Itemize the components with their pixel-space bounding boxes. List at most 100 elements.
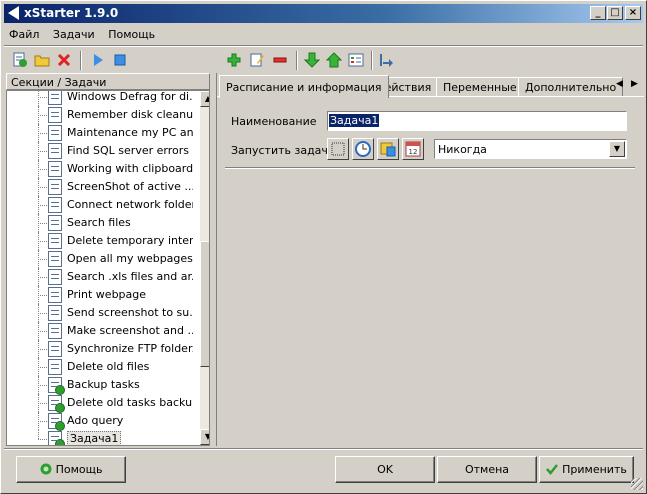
bottom-divider [4,448,643,450]
resize-grip-icon[interactable] [631,478,643,490]
window-title: xStarter 1.9.0 [24,6,119,20]
tree-line [38,91,39,106]
svg-text:12: 12 [409,148,418,156]
help-button-label: Помощь [55,463,103,476]
tree-item-label: Задача1 [67,431,122,445]
cancel-button[interactable]: Отмена [437,456,537,483]
remove-icon[interactable] [272,52,288,68]
toolbar-separator [296,51,298,70]
tree-item-label: Working with clipboard... [67,162,193,175]
move-down-icon[interactable] [304,52,320,68]
tree-item-label: Send screenshot to su... [67,306,193,319]
tree-item[interactable]: Connect network folders [7,196,195,214]
dotted-square-icon [331,142,345,156]
task-done-icon [48,377,65,395]
tree-item-label: Search files [67,216,131,229]
edit-icon[interactable] [249,52,265,68]
right-toolbar [218,48,418,72]
properties-icon[interactable] [348,52,364,68]
maximize-button[interactable]: □ [607,6,623,20]
task-icon [48,161,62,177]
task-icon [48,269,62,285]
tab-schedule-info[interactable]: Расписание и информация [219,75,389,98]
tree-item-label: Open all my webpages [67,252,193,265]
task-tree: Windows Defrag for di... Remember disk cl… [6,90,210,446]
tab-scroll-left-icon[interactable]: ◀ [616,79,623,89]
help-button[interactable]: Помощь [16,456,126,483]
delete-icon[interactable] [56,52,72,68]
menu-tasks[interactable]: Задачи [48,25,100,44]
tree-item[interactable]: Make screenshot and ... [7,322,195,340]
sections-tasks-header[interactable]: Секции / Задачи [6,73,210,90]
schedule-select-button[interactable] [327,138,349,160]
tab-variables[interactable]: Переменные [436,77,524,97]
tree-item[interactable]: Remember disk cleanu... [7,106,195,124]
tree-item[interactable]: Maintenance my PC an... [7,124,195,142]
stop-icon[interactable] [112,52,128,68]
tab-strip: Расписание и информация Действия Перемен… [217,75,644,98]
tree-item[interactable]: Delete old tasks backups [7,394,195,413]
minimize-button[interactable]: _ [590,6,606,20]
tree-item-label: Find SQL server errors [67,144,189,157]
run-task-icon[interactable] [378,52,394,68]
schedule-time-button[interactable] [352,138,374,160]
title-bar[interactable]: xStarter 1.9.0 _ □ × [4,4,643,23]
tree-connector [38,277,47,278]
tree-item-label: Ado query [67,414,124,427]
tree-item[interactable]: Backup tasks [7,376,195,395]
app-logo-icon [8,6,19,20]
schedule-calendar-button[interactable]: 12 [402,138,424,160]
tree-item[interactable]: Search .xls files and ar... [7,268,195,286]
tree-item[interactable]: ScreenShot of active ... [7,178,195,196]
tree-item-label: Make screenshot and ... [67,324,193,337]
tree-item[interactable]: Working with clipboard... [7,160,195,178]
tree-item[interactable]: Windows Defrag for di... [7,91,195,106]
task-icon [48,287,62,303]
tree-connector [38,151,47,152]
chevron-down-icon[interactable]: ▼ [609,141,625,157]
tab-advanced[interactable]: Дополнительно [518,77,624,97]
apply-button[interactable]: Применить [539,456,634,483]
tree-connector [38,187,47,188]
menu-file[interactable]: Файл [4,25,44,44]
close-button[interactable]: × [625,6,641,20]
scroll-down-icon[interactable]: ▼ [200,429,209,445]
tree-item[interactable]: Print webpage [7,286,195,304]
tree-item[interactable]: Send screenshot to su... [7,304,195,322]
tree-item[interactable]: Open all my webpages [7,250,195,268]
ok-button[interactable]: OK [335,456,435,483]
new-section-icon[interactable] [12,52,28,68]
scroll-thumb[interactable] [200,241,209,367]
left-toolbar [6,48,211,72]
task-name-input[interactable]: Задача1 [327,111,627,131]
task-icon [48,233,62,249]
tree-item[interactable]: Delete temporary inter... [7,232,195,250]
tree-item[interactable]: Ado query [7,412,195,431]
tree-connector [38,115,47,116]
scroll-up-icon[interactable]: ▲ [200,91,209,107]
tree-connector [38,169,47,170]
tree-connector [38,331,47,332]
tree-item[interactable]: Synchronize FTP folder... [7,340,195,358]
folder-icon[interactable] [34,52,50,68]
tree-item-label: Connect network folders [67,198,193,211]
calendar-icon: 12 [405,141,421,157]
run-icon[interactable] [90,52,106,68]
tree-item[interactable]: Delete old files [7,358,195,376]
task-done-icon [48,395,65,413]
tree-item-selected[interactable]: Задача1 [7,430,195,445]
tree-item[interactable]: Find SQL server errors [7,142,195,160]
tree-line [38,430,39,439]
menu-help[interactable]: Помощь [103,25,160,44]
schedule-window-button[interactable] [377,138,399,160]
tab-scroll-right-icon[interactable]: ▶ [631,79,638,89]
add-icon[interactable] [226,52,242,68]
home-icon[interactable] [326,52,342,68]
tree-connector [38,205,47,206]
checkmark-icon [546,464,559,475]
tree-scrollbar[interactable]: ▲ ▼ [200,91,209,445]
tree-item-label: Search .xls files and ar... [67,270,193,283]
tree-item[interactable]: Search files [7,214,195,232]
run-schedule-select[interactable]: Никогда ▼ [434,139,627,159]
toolbar-separator [80,51,82,70]
